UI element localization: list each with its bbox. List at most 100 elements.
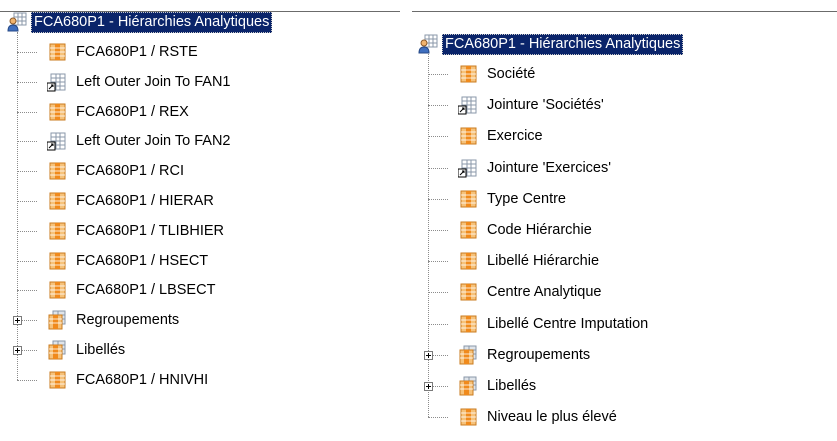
- left-tree-item[interactable]: FCA680P1 / RSTE: [47, 37, 198, 67]
- right-tree-item[interactable]: Jointure 'Exercices': [458, 153, 611, 183]
- right-tree-item[interactable]: Libellé Centre Imputation: [458, 309, 648, 339]
- left-tree-item[interactable]: Regroupements: [47, 305, 179, 335]
- column-table-icon: [458, 407, 478, 427]
- left-tree-branch-line: [17, 52, 37, 53]
- left-tree-expand-toggle[interactable]: [13, 316, 22, 325]
- right-tree-item[interactable]: Centre Analytique: [458, 277, 601, 307]
- right-tree-item[interactable]: Libellé Hiérarchie: [458, 246, 599, 276]
- left-tree-item[interactable]: FCA680P1 / REX: [47, 97, 189, 127]
- column-table-icon: [458, 220, 478, 240]
- left-tree-branch-line: [17, 231, 37, 232]
- left-tree-item-label: Left Outer Join To FAN1: [76, 74, 231, 90]
- left-tree-item-label: FCA680P1 / HSECT: [76, 253, 209, 269]
- right-tree-branch-line: [428, 230, 448, 231]
- left-tree-item[interactable]: Left Outer Join To FAN1: [47, 67, 230, 97]
- right-tree-branch-line: [428, 74, 448, 75]
- right-tree-item-label: Code Hiérarchie: [487, 222, 592, 238]
- left-tree-root[interactable]: FCA680P1 - Hiérarchies Analytiques: [7, 7, 273, 37]
- right-tree-root[interactable]: FCA680P1 - Hiérarchies Analytiques: [418, 29, 684, 59]
- column-table-icon: [47, 191, 67, 211]
- right-tree-branch-line: [428, 261, 448, 262]
- left-tree-trunk-line: [17, 32, 18, 380]
- column-table-icon: [47, 280, 67, 300]
- column-table-icon: [458, 251, 478, 271]
- left-tree-branch-line: [17, 141, 37, 142]
- left-tree-item-label: FCA680P1 / TLIBHIER: [76, 223, 225, 239]
- join-shortcut-icon: [47, 131, 67, 151]
- left-tree-branch-line: [17, 171, 37, 172]
- left-tree-item-label: FCA680P1 / LBSECT: [76, 282, 216, 298]
- right-tree-branch-line: [428, 105, 448, 106]
- folder-table-icon: [47, 310, 67, 330]
- join-shortcut-icon: [47, 72, 67, 92]
- join-shortcut-icon: [458, 158, 478, 178]
- right-tree-root-label: FCA680P1 - Hiérarchies Analytiques: [442, 33, 684, 55]
- right-tree-item[interactable]: Code Hiérarchie: [458, 215, 592, 245]
- right-tree-branch-line: [428, 417, 448, 418]
- column-table-icon: [458, 64, 478, 84]
- column-table-icon: [458, 314, 478, 334]
- left-tree-item[interactable]: FCA680P1 / HNIVHI: [47, 365, 208, 395]
- column-table-icon: [47, 42, 67, 62]
- left-tree-branch-line: [17, 261, 37, 262]
- left-tree-expand-toggle[interactable]: [13, 346, 22, 355]
- right-tree-item[interactable]: Société: [458, 59, 535, 89]
- column-table-icon: [47, 221, 67, 241]
- user-table-icon: [7, 12, 27, 32]
- right-tree-expand-toggle[interactable]: [424, 382, 433, 391]
- left-tree-item[interactable]: FCA680P1 / HIERAR: [47, 186, 214, 216]
- right-tree-item[interactable]: Niveau le plus élevé: [458, 402, 617, 432]
- left-tree-item-label: FCA680P1 / REX: [76, 104, 189, 120]
- right-tree-branch-line: [428, 292, 448, 293]
- left-tree-branch-line: [17, 380, 37, 381]
- right-tree-item[interactable]: Libellés: [458, 371, 536, 401]
- right-tree-item-label: Centre Analytique: [487, 284, 602, 300]
- right-tree-item-label: Regroupements: [487, 347, 591, 363]
- left-tree-item-label: FCA680P1 / RCI: [76, 163, 184, 179]
- right-tree-item-label: Exercice: [487, 128, 543, 144]
- right-tree-item[interactable]: Jointure 'Sociétés': [458, 90, 604, 120]
- left-tree-item[interactable]: FCA680P1 / TLIBHIER: [47, 216, 224, 246]
- left-tree-item-label: Libellés: [76, 342, 126, 358]
- right-tree-item-label: Type Centre: [487, 191, 566, 207]
- right-tree-item-label: Libellé Centre Imputation: [487, 316, 649, 332]
- left-tree-branch-line: [17, 201, 37, 202]
- right-tree-item-label: Jointure 'Exercices': [487, 160, 612, 176]
- right-tree-item[interactable]: Regroupements: [458, 340, 590, 370]
- left-tree-item[interactable]: FCA680P1 / HSECT: [47, 246, 208, 276]
- right-tree-item[interactable]: Type Centre: [458, 184, 566, 214]
- left-tree-item-label: FCA680P1 / HIERAR: [76, 193, 214, 209]
- column-table-icon: [458, 189, 478, 209]
- left-tree-item-label: FCA680P1 / RSTE: [76, 44, 198, 60]
- right-tree-item-label: Société: [487, 66, 536, 82]
- column-table-icon: [47, 370, 67, 390]
- right-tree-branch-line: [428, 168, 448, 169]
- right-tree-branch-line: [428, 136, 448, 137]
- column-table-icon: [47, 251, 67, 271]
- right-tree-item-label: Jointure 'Sociétés': [487, 97, 604, 113]
- right-tree-item-label: Libellés: [487, 378, 537, 394]
- left-tree-item[interactable]: Left Outer Join To FAN2: [47, 126, 230, 156]
- right-tree-item-label: Niveau le plus élevé: [487, 409, 617, 425]
- left-tree-branch-line: [17, 290, 37, 291]
- right-tree-branch-line: [428, 199, 448, 200]
- left-tree-item[interactable]: FCA680P1 / LBSECT: [47, 275, 215, 305]
- right-panel-top-border: [412, 11, 837, 12]
- column-table-icon: [47, 102, 67, 122]
- right-tree-item-label: Libellé Hiérarchie: [487, 253, 600, 269]
- left-tree-item-label: FCA680P1 / HNIVHI: [76, 372, 209, 388]
- folder-table-icon: [458, 376, 478, 396]
- right-tree-expand-toggle[interactable]: [424, 351, 433, 360]
- right-tree-branch-line: [428, 324, 448, 325]
- folder-table-icon: [47, 340, 67, 360]
- column-table-icon: [458, 126, 478, 146]
- right-tree-item[interactable]: Exercice: [458, 121, 543, 151]
- left-tree-item-label: Left Outer Join To FAN2: [76, 133, 231, 149]
- join-shortcut-icon: [458, 95, 478, 115]
- left-tree-branch-line: [17, 82, 37, 83]
- folder-table-icon: [458, 345, 478, 365]
- column-table-icon: [47, 161, 67, 181]
- left-tree-item[interactable]: Libellés: [47, 335, 125, 365]
- left-tree-item[interactable]: FCA680P1 / RCI: [47, 156, 184, 186]
- left-tree-root-label: FCA680P1 - Hiérarchies Analytiques: [31, 11, 273, 33]
